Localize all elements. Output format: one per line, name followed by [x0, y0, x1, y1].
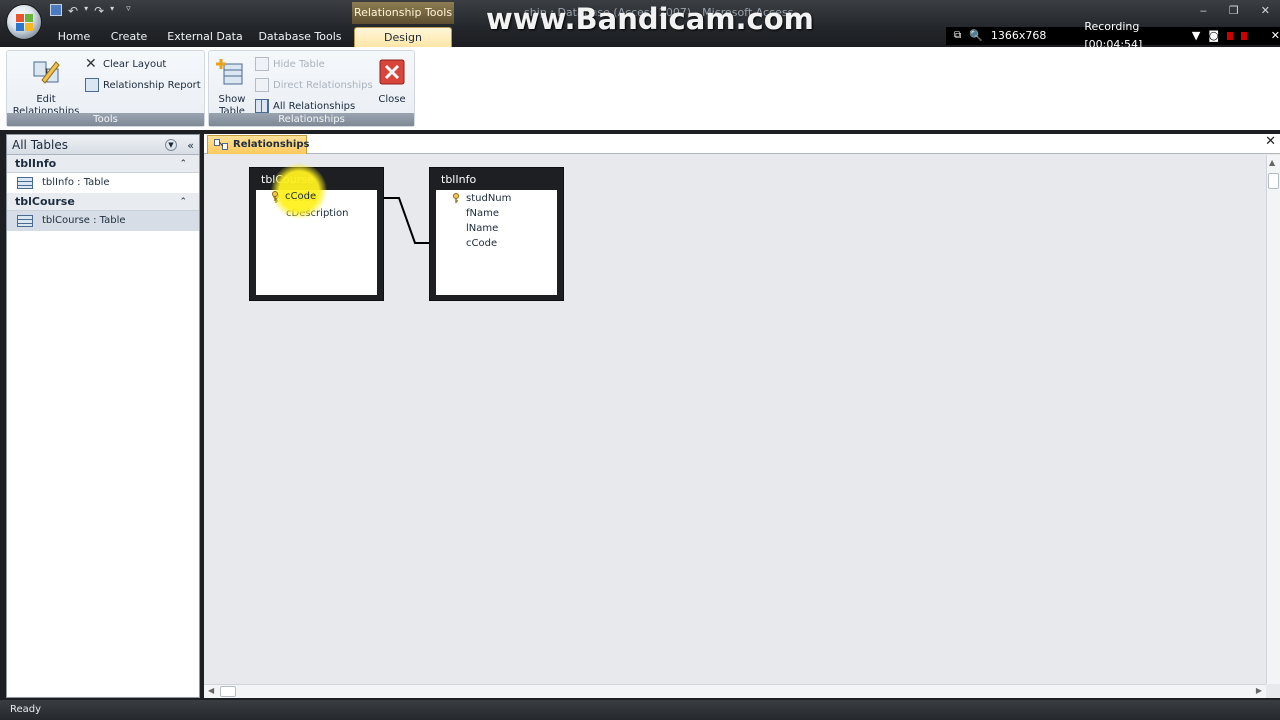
table-icon [17, 177, 33, 189]
nav-collapse-icon[interactable]: « [187, 136, 194, 156]
all-relationships-icon [255, 99, 269, 113]
stop-icon[interactable] [1240, 32, 1247, 40]
nav-item-label: tblCourse : Table [42, 215, 126, 226]
document-area: Relationships ✕ tblCourse cCode cDescrip… [204, 134, 1280, 698]
window-icon[interactable]: ⧉ [954, 27, 961, 45]
title-bar: ↶ ▾ ↷ ▾ ▿ Relationship Tools ship : Data… [0, 0, 1280, 51]
close-relationships-button[interactable]: Close [372, 54, 412, 106]
quick-access-toolbar: ↶ ▾ ↷ ▾ ▿ [50, 4, 131, 18]
clear-layout-icon: ✕ [85, 56, 97, 72]
office-logo-icon [16, 14, 33, 31]
nav-dropdown-icon[interactable]: ▼ [165, 139, 177, 151]
direct-relationships-label: Direct Relationships [273, 79, 373, 91]
nav-group-label: tblInfo [15, 157, 57, 170]
undo-icon[interactable]: ↶ [68, 4, 78, 18]
edit-relationships-button[interactable]: Edit Relationships [11, 54, 81, 118]
show-table-icon [216, 59, 243, 85]
office-button[interactable] [6, 4, 42, 40]
tab-relationships[interactable]: Relationships [207, 135, 310, 154]
hide-table-button[interactable]: Hide Table [255, 55, 325, 73]
close-icon [379, 59, 405, 85]
primary-key-icon [272, 191, 278, 201]
relationship-report-label: Relationship Report [103, 79, 201, 91]
relationship-report-icon [85, 78, 99, 92]
show-table-button[interactable]: Show Table [211, 54, 253, 118]
nav-item-label: tblInfo : Table [42, 177, 110, 188]
nav-pane-header[interactable]: All Tables ▼ « [7, 135, 199, 155]
scroll-thumb[interactable] [220, 686, 236, 697]
document-tabs: Relationships ✕ [204, 134, 1280, 154]
all-relationships-label: All Relationships [273, 100, 356, 112]
direct-relationships-icon [255, 78, 269, 92]
field-lname[interactable]: lName [466, 223, 498, 234]
field-ccode-overlay[interactable]: cCode [285, 191, 316, 202]
recorder-bar: ⧉ 🔍 1366x768 Recording [00:04:54] ▼ ◙ ✕ [946, 20, 1280, 51]
recorder-dropdown-icon[interactable]: ▼ [1192, 27, 1200, 45]
undo-dropdown-icon[interactable]: ▾ [84, 4, 88, 18]
relationship-report-button[interactable]: Relationship Report [85, 76, 201, 94]
close-label: Close [378, 94, 406, 105]
tab-create[interactable]: Create [106, 27, 152, 47]
window-controls: ‒ ❐ ✕ [1200, 4, 1270, 17]
tab-database-tools[interactable]: Database Tools [257, 27, 343, 47]
chevron-up-icon[interactable]: ⌃ [179, 193, 187, 211]
relationship-tools-context-label: Relationship Tools [352, 2, 454, 24]
tab-design[interactable]: Design [354, 27, 452, 47]
direct-relationships-button[interactable]: Direct Relationships [255, 76, 373, 94]
close-recorder-icon[interactable]: ✕ [1271, 27, 1280, 45]
relationships-group: Show Table Hide Table Direct Relationshi… [208, 50, 415, 127]
status-text: Ready [10, 704, 42, 715]
primary-key-icon [453, 193, 459, 203]
field-list[interactable]: studNum fName lName cCode [436, 190, 557, 295]
relationships-group-label: Relationships [209, 113, 414, 126]
save-icon[interactable] [50, 4, 62, 16]
clear-layout-label: Clear Layout [103, 58, 167, 70]
redo-dropdown-icon[interactable]: ▾ [110, 4, 114, 18]
nav-group-label: tblCourse [15, 195, 75, 208]
nav-pane-title: All Tables [12, 138, 68, 152]
restore-icon[interactable]: ❐ [1229, 4, 1239, 17]
camera-icon[interactable]: ◙ [1208, 27, 1219, 45]
resolution-search-icon: 🔍 [969, 29, 983, 42]
scroll-up-icon[interactable]: ▲ [1269, 158, 1275, 167]
recorder-resolution: 1366x768 [990, 29, 1047, 42]
customize-qat-icon[interactable]: ▿ [126, 4, 131, 18]
tab-home[interactable]: Home [52, 27, 96, 47]
nav-item-tblinfo[interactable]: tblInfo : Table [7, 173, 199, 193]
relationships-icon [214, 139, 228, 150]
field-studnum[interactable]: studNum [466, 193, 511, 204]
tools-group: Edit Relationships ✕ Clear Layout Relati… [6, 50, 205, 127]
field-ccode[interactable]: cCode [466, 238, 497, 249]
nav-group-tblinfo[interactable]: tblInfo ⌃ [7, 155, 199, 173]
scroll-thumb[interactable] [1268, 173, 1279, 189]
clear-layout-button[interactable]: ✕ Clear Layout [85, 55, 166, 73]
redo-icon[interactable]: ↷ [94, 4, 104, 18]
edit-relationships-icon [33, 61, 60, 84]
relationships-tab-label: Relationships [233, 139, 310, 150]
ribbon: Edit Relationships ✕ Clear Layout Relati… [0, 47, 1280, 130]
relationships-canvas[interactable]: tblCourse cCode cDescription tblInfo stu… [204, 155, 1266, 684]
field-fname[interactable]: fName [466, 208, 499, 219]
table-icon [17, 215, 33, 227]
hide-table-label: Hide Table [273, 58, 325, 70]
scroll-left-icon[interactable]: ◀ [208, 686, 214, 695]
hide-table-icon [255, 57, 269, 71]
table-window-title[interactable]: tblInfo [430, 168, 563, 188]
tab-external-data[interactable]: External Data [166, 27, 244, 47]
minimize-icon[interactable]: ‒ [1200, 4, 1207, 17]
close-window-icon[interactable]: ✕ [1261, 4, 1270, 17]
nav-item-tblcourse[interactable]: tblCourse : Table [7, 211, 199, 231]
tools-group-label: Tools [7, 113, 204, 126]
table-window-tblinfo[interactable]: tblInfo studNum fName lName cCode [429, 167, 564, 301]
bandicam-watermark: www.Bandicam.com [486, 2, 814, 36]
chevron-up-icon[interactable]: ⌃ [179, 155, 187, 173]
status-bar: Ready [0, 700, 1280, 720]
nav-group-tblcourse[interactable]: tblCourse ⌃ [7, 193, 199, 211]
navigation-pane: All Tables ▼ « tblInfo ⌃ tblInfo : Table… [6, 134, 200, 698]
close-document-icon[interactable]: ✕ [1265, 134, 1276, 149]
scroll-right-icon[interactable]: ▶ [1256, 686, 1262, 695]
horizontal-scrollbar[interactable]: ◀ ▶ [204, 684, 1266, 698]
pause-icon[interactable] [1227, 32, 1233, 40]
vertical-scrollbar[interactable]: ▲ [1266, 155, 1280, 684]
